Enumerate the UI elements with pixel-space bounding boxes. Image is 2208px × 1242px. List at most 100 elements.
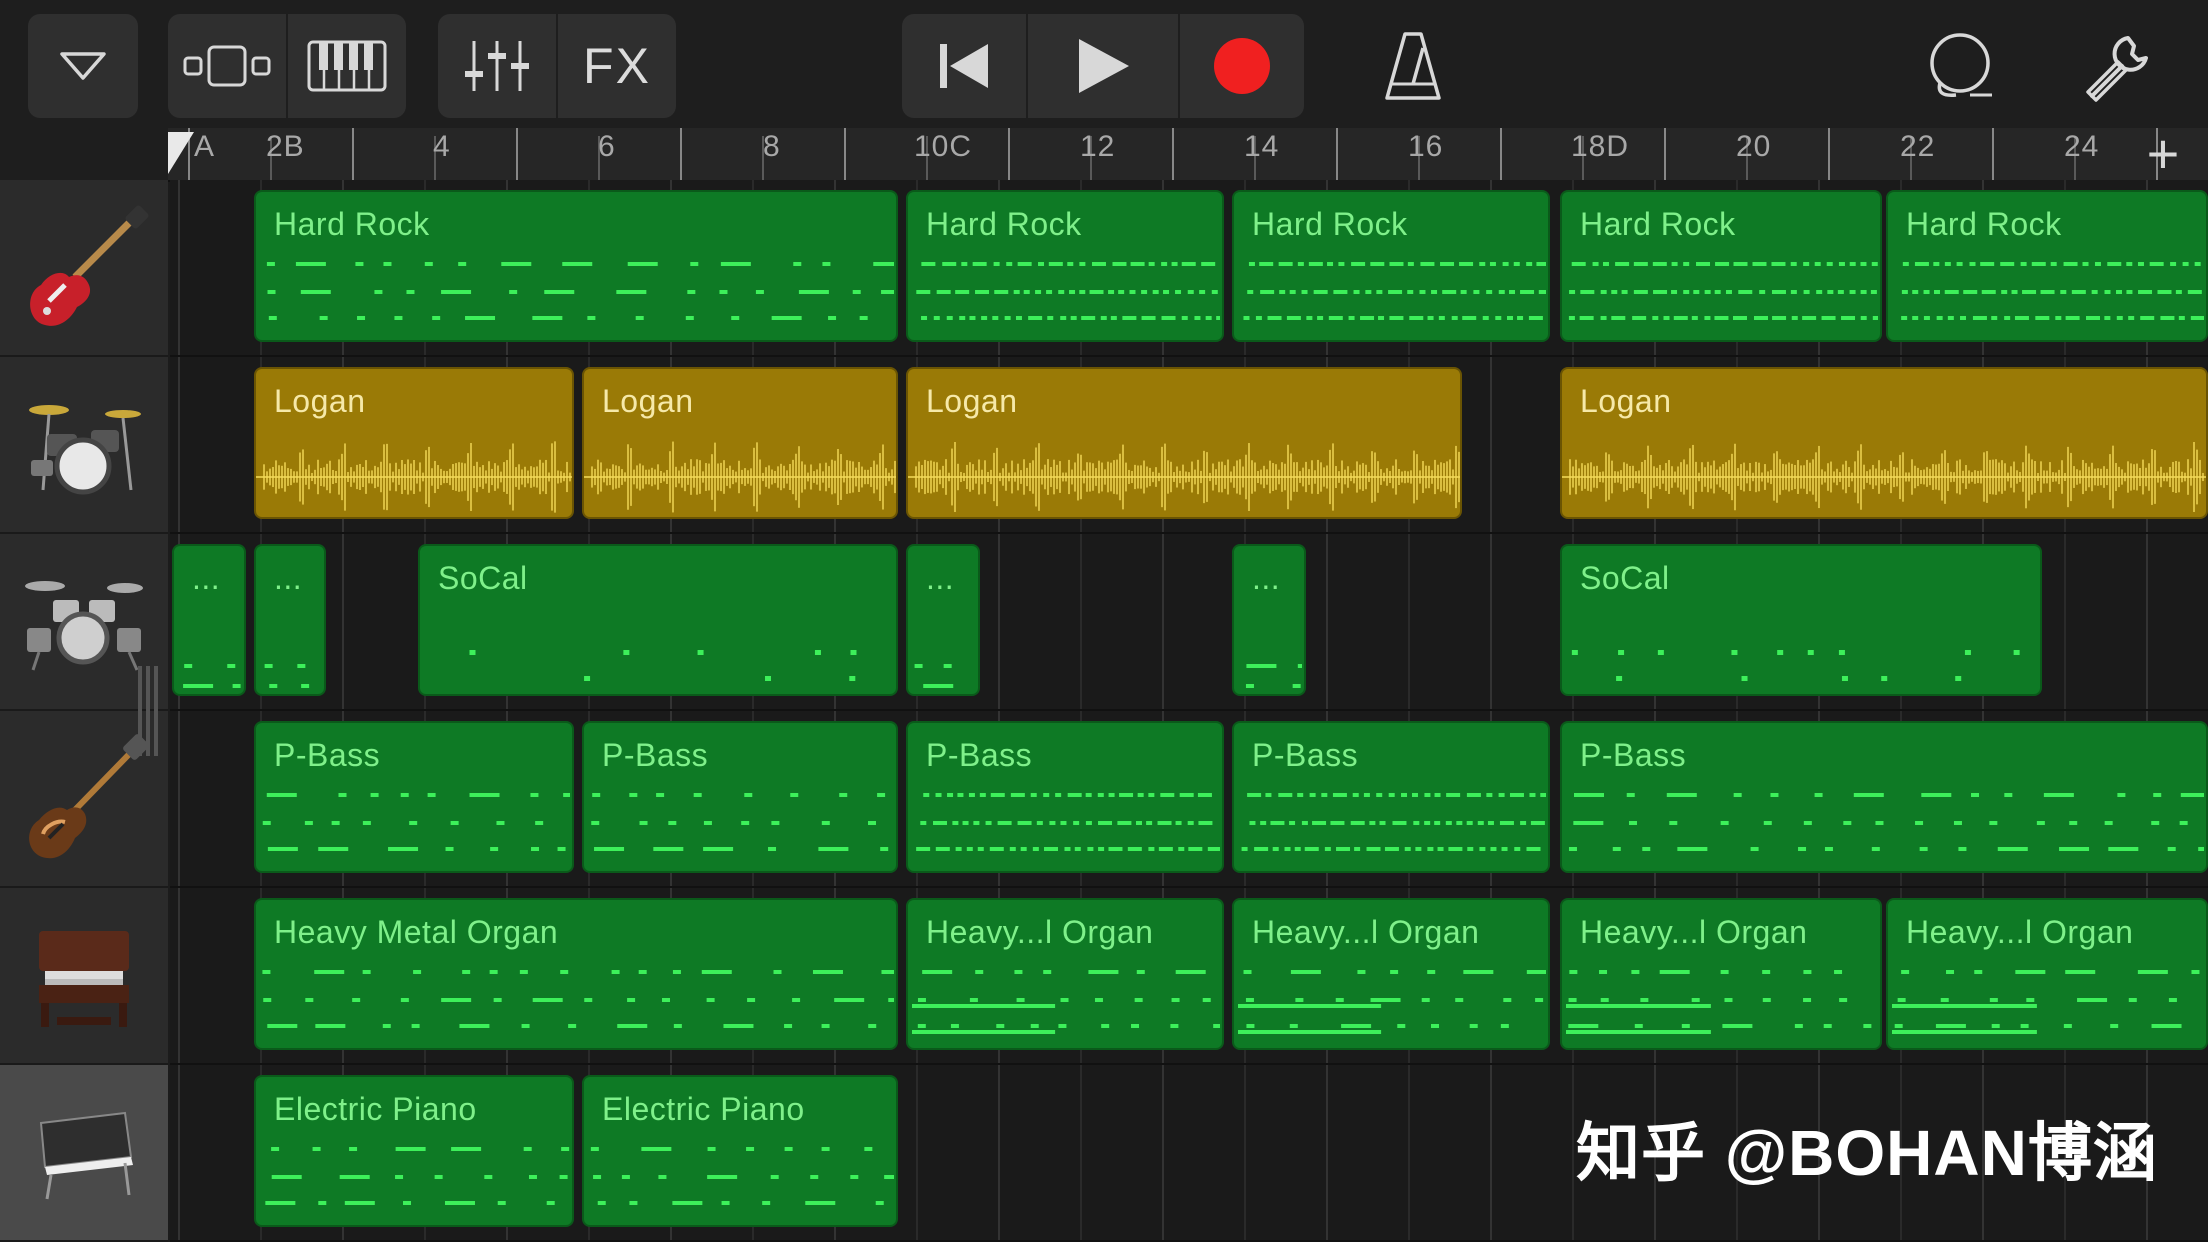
electric-guitar-icon — [30, 205, 149, 326]
loop-browser-icon — [1930, 33, 1992, 97]
region-midi[interactable]: Hard Rock — [254, 190, 898, 342]
region-midi[interactable]: ... — [1232, 544, 1306, 696]
region-name: ... — [1252, 560, 1281, 596]
mixer-button[interactable] — [438, 14, 556, 118]
ruler-tick — [1172, 128, 1174, 180]
region-name: SoCal — [438, 560, 528, 596]
dropdown-triangle-icon — [60, 52, 106, 80]
region-midi[interactable]: ... — [906, 544, 980, 696]
keyboard-button[interactable] — [288, 14, 406, 118]
midi-notes — [262, 970, 894, 1028]
mixer-sliders-icon — [465, 41, 529, 91]
ruler-label: 20 — [1736, 130, 1772, 163]
region-midi[interactable]: ... — [172, 544, 246, 696]
ruler-label: 4 — [433, 130, 451, 163]
region-name: P-Bass — [1252, 737, 1359, 773]
midi-notes — [266, 262, 894, 320]
region-midi[interactable]: Heavy...l Organ — [1560, 898, 1882, 1050]
midi-notes — [916, 793, 1220, 851]
region-audio[interactable]: Logan — [582, 367, 898, 519]
region-midi[interactable]: Heavy...l Organ — [1886, 898, 2208, 1050]
fx-button[interactable]: FX — [558, 14, 676, 118]
midi-notes — [591, 793, 889, 851]
track-header-guitar[interactable] — [0, 180, 168, 357]
region-midi[interactable]: Heavy Metal Organ — [254, 898, 898, 1050]
region-midi[interactable]: SoCal — [418, 544, 898, 696]
drum-machine-icon — [25, 580, 143, 671]
drum-kit-icon — [29, 404, 141, 494]
record-button[interactable] — [1180, 14, 1304, 118]
ruler-label: 22 — [1900, 130, 1936, 163]
ruler-tick — [680, 128, 682, 180]
region-name: P-Bass — [926, 737, 1033, 773]
midi-notes — [590, 1147, 894, 1205]
region-name: Hard Rock — [274, 206, 430, 242]
add-section-button[interactable]: + — [2136, 126, 2190, 182]
go-to-start-icon — [940, 44, 988, 88]
region-midi[interactable]: Hard Rock — [1560, 190, 1882, 342]
region-midi[interactable]: Electric Piano — [582, 1075, 898, 1227]
region-name: P-Bass — [274, 737, 381, 773]
ruler-label: 14 — [1244, 130, 1280, 163]
organ-icon — [39, 930, 129, 1027]
region-audio[interactable]: Logan — [1560, 367, 2208, 519]
metronome-button[interactable] — [1368, 14, 1458, 118]
resize-grip[interactable] — [146, 666, 150, 756]
playhead[interactable] — [168, 132, 194, 174]
ruler-label: 2B — [266, 130, 305, 163]
region-midi[interactable]: P-Bass — [254, 721, 574, 873]
track-header-bass[interactable] — [0, 711, 168, 888]
region-name: P-Bass — [602, 737, 709, 773]
midi-notes — [914, 664, 954, 688]
midi-notes — [1241, 793, 1546, 851]
settings-button[interactable] — [2068, 14, 2168, 118]
waveform — [584, 441, 896, 513]
region-name: ... — [926, 560, 955, 596]
track-header-organ[interactable] — [0, 888, 168, 1065]
region-midi[interactable]: Electric Piano — [254, 1075, 574, 1227]
region-midi[interactable]: Hard Rock — [1886, 190, 2208, 342]
region-name: ... — [192, 560, 221, 596]
tracks-view-icon — [183, 45, 271, 87]
region-midi[interactable]: P-Bass — [1560, 721, 2208, 873]
track-headers — [0, 180, 168, 1242]
toolbar: FX — [0, 0, 2208, 128]
midi-notes — [1892, 970, 2200, 1034]
region-midi[interactable]: Heavy...l Organ — [1232, 898, 1550, 1050]
dropdown-button[interactable] — [28, 14, 138, 118]
track-header-electric-piano[interactable] — [0, 1065, 168, 1242]
region-midi[interactable]: P-Bass — [582, 721, 898, 873]
play-button[interactable] — [1028, 14, 1178, 118]
midi-notes — [912, 970, 1220, 1034]
ruler-label: 6 — [598, 130, 616, 163]
waveform — [256, 441, 572, 513]
region-midi[interactable]: P-Bass — [906, 721, 1224, 873]
ruler-tick — [516, 128, 518, 180]
midi-notes — [1568, 793, 2204, 851]
region-midi[interactable]: SoCal — [1560, 544, 2042, 696]
ruler-label: 16 — [1408, 130, 1444, 163]
region-name: P-Bass — [1580, 737, 1687, 773]
arrangement-area[interactable]: Hard Rock Hard Rock Hard Rock Hard Rock Hard… — [170, 180, 2208, 1242]
region-midi[interactable]: P-Bass — [1232, 721, 1550, 873]
track-header-drums[interactable] — [0, 357, 168, 534]
track-header-drum-machine[interactable] — [0, 534, 168, 711]
region-name: Heavy...l Organ — [1252, 914, 1480, 950]
waveform — [908, 442, 1460, 512]
ruler-tick — [1008, 128, 1010, 180]
region-midi[interactable]: ... — [254, 544, 326, 696]
region-midi[interactable]: Heavy...l Organ — [906, 898, 1224, 1050]
tracks-view-button[interactable] — [168, 14, 286, 118]
loop-browser-button[interactable] — [1916, 14, 2006, 118]
region-midi[interactable]: Hard Rock — [906, 190, 1224, 342]
timeline-ruler[interactable]: A 2B 4 6 8 10C 12 14 16 18D 20 22 24 — [168, 128, 2208, 182]
go-to-start-button[interactable] — [902, 14, 1026, 118]
record-icon — [1214, 38, 1270, 94]
region-midi[interactable]: Hard Rock — [1232, 190, 1550, 342]
bass-guitar-icon — [29, 733, 149, 858]
region-audio[interactable]: Logan — [254, 367, 574, 519]
region-audio[interactable]: Logan — [906, 367, 1462, 519]
ruler-tick — [1992, 128, 1994, 180]
resize-grip[interactable] — [138, 666, 142, 756]
resize-grip[interactable] — [154, 666, 158, 756]
